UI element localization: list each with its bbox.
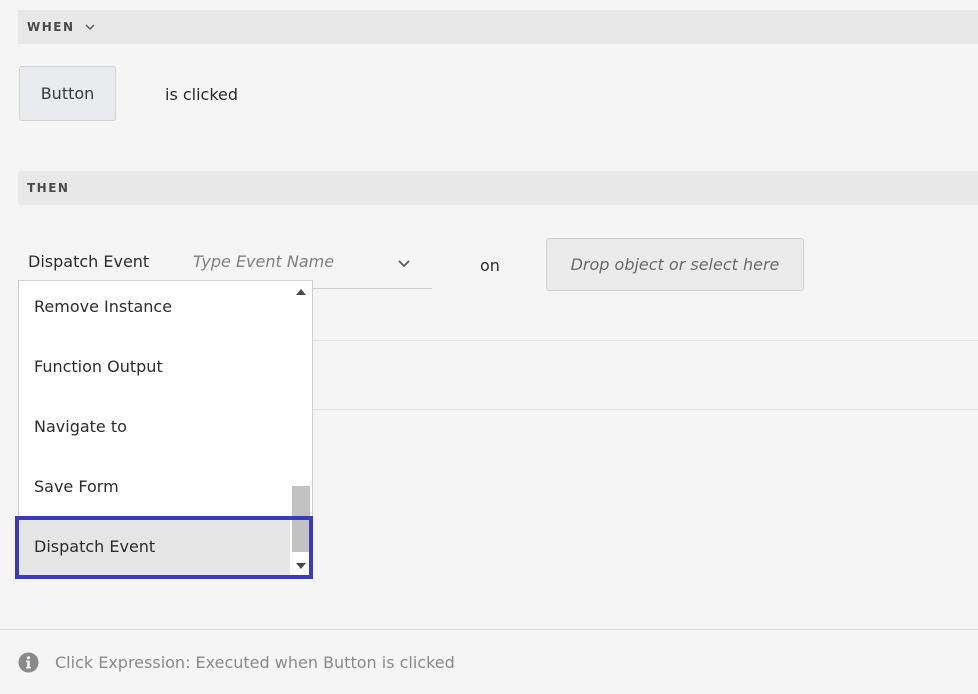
event-name-input[interactable] — [193, 252, 373, 271]
action-select-label[interactable]: Dispatch Event — [28, 252, 149, 271]
rule-summary: Click Expression: Executed when Button i… — [18, 652, 455, 673]
dropdown-item-navigate-to[interactable]: Navigate to — [19, 397, 290, 455]
chevron-down-icon — [397, 259, 411, 269]
dropdown-scrollbar[interactable] — [290, 281, 312, 577]
drop-target-placeholder: Drop object or select here — [570, 255, 780, 274]
rule-summary-text: Click Expression: Executed when Button i… — [55, 653, 455, 672]
info-icon — [18, 652, 39, 673]
drop-target-field[interactable]: Drop object or select here — [546, 238, 804, 291]
trigger-component-chip[interactable]: Button — [19, 66, 116, 121]
dropdown-item-function-output[interactable]: Function Output — [19, 337, 290, 395]
then-section-header: THEN — [18, 171, 978, 205]
dropdown-item-label: Function Output — [34, 356, 163, 376]
trigger-component-label: Button — [40, 84, 95, 103]
dropdown-item-remove-instance[interactable]: Remove Instance — [19, 281, 290, 335]
scroll-up-arrow-icon[interactable] — [290, 281, 312, 303]
dropdown-item-label: Remove Instance — [34, 296, 173, 316]
then-section-label: THEN — [27, 181, 70, 195]
dropdown-item-label: Navigate to — [34, 416, 127, 436]
when-section-header[interactable]: WHEN — [18, 10, 978, 44]
divider — [313, 409, 978, 410]
dropdown-item-label: Dispatch Event — [34, 536, 156, 556]
divider — [313, 340, 978, 341]
dropdown-item-label: Save Form — [34, 476, 119, 496]
scrollbar-thumb[interactable] — [292, 486, 310, 552]
dropdown-item-save-form[interactable]: Save Form — [19, 457, 290, 515]
chevron-down-icon[interactable] — [85, 23, 95, 31]
on-label: on — [480, 256, 500, 275]
event-name-dropdown-button[interactable] — [376, 240, 432, 287]
when-section-label: WHEN — [27, 20, 75, 34]
scroll-down-arrow-icon[interactable] — [290, 555, 312, 577]
footer-divider — [0, 629, 978, 630]
trigger-event-label: is clicked — [165, 85, 239, 104]
dropdown-item-dispatch-event[interactable]: Dispatch Event — [19, 517, 290, 575]
action-dropdown-list[interactable]: Remove Instance Function Output Navigate… — [18, 280, 313, 578]
